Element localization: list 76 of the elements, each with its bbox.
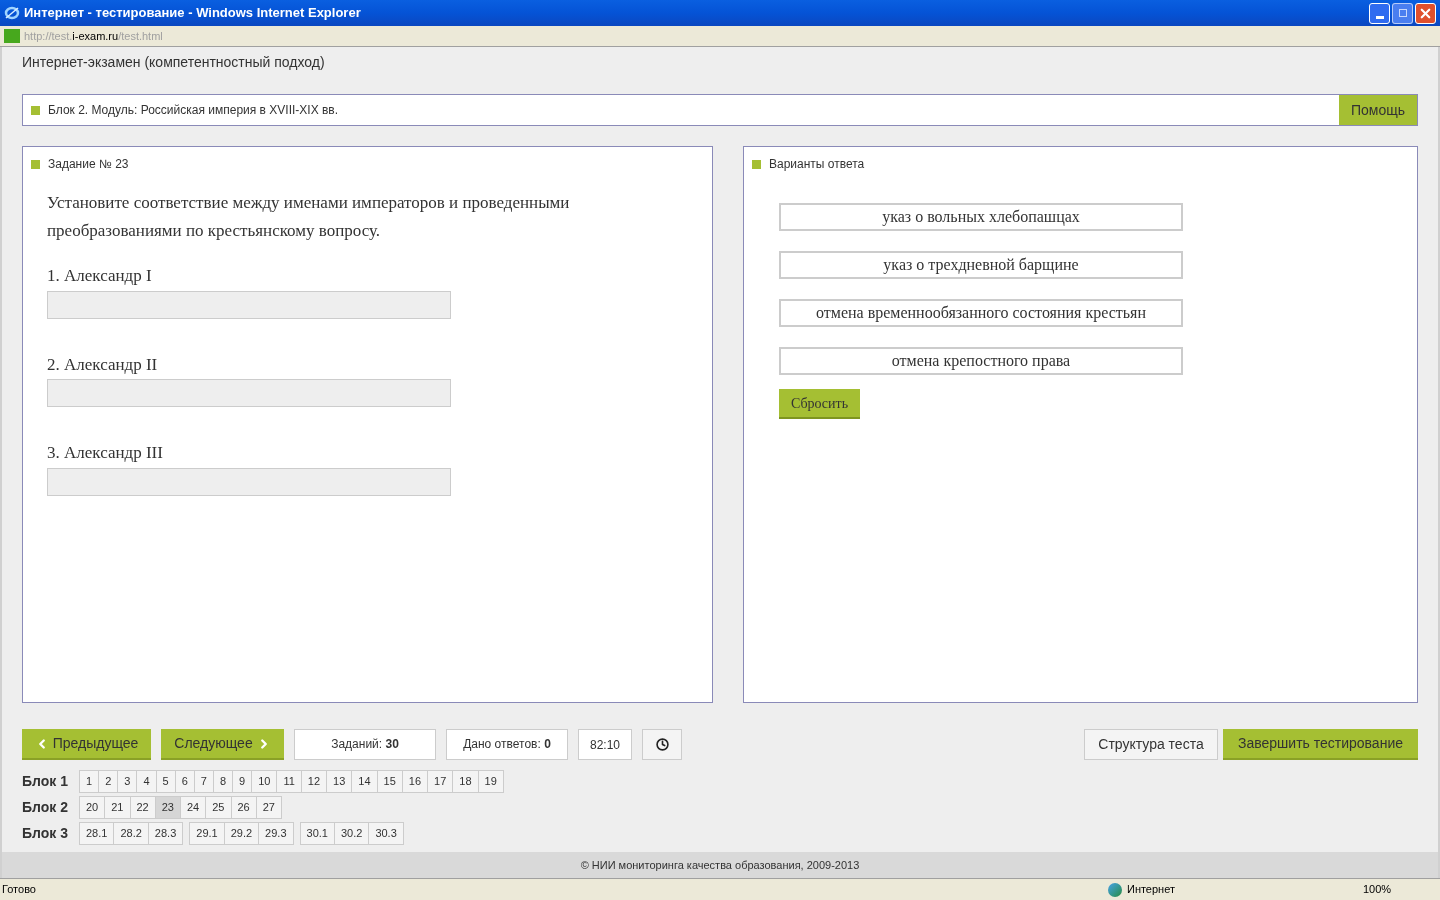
- clock-button[interactable]: [642, 729, 682, 760]
- answer-option[interactable]: указ о вольных хлебопашцах: [779, 203, 1183, 231]
- question-number[interactable]: 21: [105, 796, 131, 819]
- clock-icon: [655, 738, 669, 751]
- question-number[interactable]: 13: [327, 770, 353, 793]
- address-field[interactable]: http://test.i-exam.ru/test.html: [24, 27, 163, 45]
- question-number[interactable]: 3: [118, 770, 138, 793]
- zoom-level[interactable]: 100%: [1362, 881, 1392, 898]
- question-number[interactable]: 30.2: [334, 822, 370, 845]
- question-number[interactable]: 10: [252, 770, 278, 793]
- answer-option[interactable]: указ о трехдневной барщине: [779, 251, 1183, 279]
- emperor-label: 3. Александр III: [47, 442, 164, 464]
- question-number[interactable]: 12: [301, 770, 328, 793]
- question-number[interactable]: 16: [402, 770, 429, 793]
- question-number[interactable]: 28.2: [114, 822, 149, 845]
- question-number[interactable]: 24: [181, 796, 207, 819]
- restore-button[interactable]: [1392, 2, 1413, 24]
- answer-option[interactable]: отмена временнообязанного состояния крестьян: [779, 299, 1183, 327]
- browser-logo-icon: [4, 5, 20, 21]
- emperor-label: 2. Александр II: [47, 353, 159, 376]
- block-label: Блок 3: [22, 824, 69, 843]
- question-number[interactable]: 28.3: [148, 822, 184, 845]
- question-number[interactable]: 11: [277, 770, 302, 793]
- question-number[interactable]: 17: [428, 770, 454, 793]
- next-button[interactable]: Следующее: [161, 729, 284, 760]
- timer: 82:10: [578, 729, 632, 760]
- page-title: Интернет-экзамен (компетентностный подход): [22, 52, 326, 72]
- question-number[interactable]: 22: [130, 796, 156, 819]
- question-number[interactable]: 1: [80, 770, 100, 793]
- question-number[interactable]: 19: [478, 770, 504, 793]
- question-number[interactable]: 27: [256, 796, 282, 819]
- question-number[interactable]: 23: [155, 796, 181, 819]
- answer-option[interactable]: отмена крепостного права: [779, 347, 1183, 375]
- question-number[interactable]: 28.1: [80, 822, 115, 845]
- question-number[interactable]: 15: [377, 770, 403, 793]
- block-label: Блок 1: [22, 772, 69, 791]
- question-number[interactable]: 18: [453, 770, 479, 793]
- block-label: Блок 2: [22, 798, 69, 817]
- task-label: Задание № 23: [48, 156, 129, 173]
- square-icon: [31, 159, 40, 169]
- answer-drop-field[interactable]: [47, 467, 451, 496]
- question-number[interactable]: 4: [137, 770, 157, 793]
- question-number[interactable]: 20: [80, 796, 106, 819]
- help-button[interactable]: Помощь: [1338, 95, 1417, 125]
- question-number[interactable]: 26: [231, 796, 257, 819]
- page-favicon-icon: [4, 29, 20, 43]
- copyright-text: © НИИ мониторинга качества образования, 2009-2013: [580, 857, 860, 873]
- reset-button[interactable]: Сбросить: [779, 389, 860, 419]
- status-text: Готово: [2, 882, 36, 898]
- question-number[interactable]: 9: [233, 770, 253, 793]
- tasks-count: Заданий: 30: [294, 729, 436, 760]
- structure-button[interactable]: Структура теста: [1084, 729, 1218, 760]
- finish-button[interactable]: Завершить тестирование: [1223, 729, 1418, 760]
- question-number[interactable]: 30.1: [300, 822, 335, 845]
- module-label: Блок 2. Модуль: Российская империя в XVIII-XIX вв.: [48, 102, 339, 119]
- question-number[interactable]: 25: [206, 796, 232, 819]
- question-text: Установите соответствие между именами императоров и проведенными преобразованиями по крестьянскому вопросу.: [47, 192, 571, 242]
- security-zone: Интернет: [1126, 882, 1175, 898]
- answer-drop-field[interactable]: [47, 379, 451, 407]
- options-label: Варианты ответа: [769, 156, 865, 173]
- question-number[interactable]: 29.3: [259, 822, 294, 845]
- question-number[interactable]: 14: [352, 770, 378, 793]
- globe-icon: [1107, 882, 1122, 897]
- answered-count: Дано ответов: 0: [446, 729, 568, 760]
- square-icon: [31, 105, 40, 115]
- window-title: Интернет - тестирование - Windows Internet Explorer: [24, 4, 361, 23]
- question-number[interactable]: 29.2: [224, 822, 260, 845]
- question-number[interactable]: 29.1: [190, 822, 225, 845]
- question-number[interactable]: 2: [99, 770, 119, 793]
- emperor-label: 1. Александр I: [47, 265, 153, 287]
- answer-drop-field[interactable]: [47, 290, 451, 319]
- minimize-button[interactable]: [1369, 2, 1390, 24]
- question-number[interactable]: 30.3: [369, 822, 404, 845]
- square-icon: [752, 159, 761, 169]
- close-button[interactable]: [1415, 2, 1436, 24]
- previous-button[interactable]: Предыдущее: [22, 729, 151, 760]
